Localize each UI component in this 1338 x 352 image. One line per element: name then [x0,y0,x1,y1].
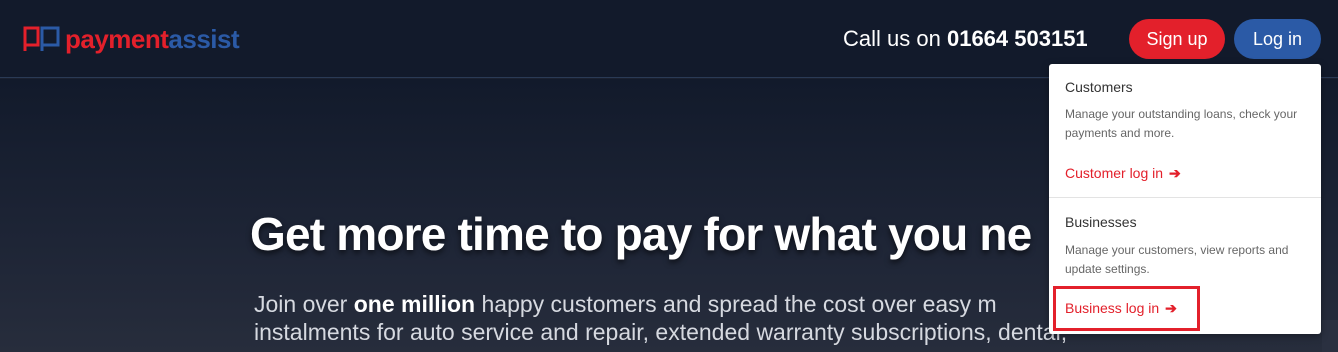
customer-login-link[interactable]: Customer log in ➔ [1065,164,1181,182]
hero-subtext-line2: instalments for auto service and repair,… [254,319,1068,345]
payment-assist-logo[interactable]: paymentassist [22,24,240,54]
call-prefix: Call us on [843,26,941,51]
businesses-description: Manage your customers, view reports and … [1065,243,1289,276]
sub-line1-post: happy customers and spread the cost over… [481,291,997,317]
arrow-right-icon: ➔ [1169,165,1181,181]
call-us-text: Call us on 01664 503151 [843,24,1088,54]
page-edge-strip [1322,320,1338,352]
logo-wordmark: paymentassist [65,24,240,54]
sub-line1-bold: one million [353,291,476,317]
phone-number[interactable]: 01664 503151 [947,26,1088,51]
sign-up-button[interactable]: Sign up [1129,19,1225,59]
sub-line1-pre: Join over [254,291,348,317]
hero-headline: Get more time to pay for what you ne [250,208,1032,260]
log-in-button[interactable]: Log in [1234,19,1321,59]
businesses-title: Businesses [1065,214,1137,230]
customer-login-label: Customer log in [1065,165,1164,181]
logo-text-assist: assist [168,24,240,54]
logo-text-payment: payment [65,24,169,54]
hero-subtext-line1: Join over one million happy customers an… [254,290,1154,318]
logo-mark-icon [23,26,60,51]
customers-description: Manage your outstanding loans, check you… [1065,107,1298,140]
dropdown-customers-section: Customers Manage your outstanding loans,… [1049,64,1321,198]
customers-title: Customers [1065,79,1133,95]
hero-subtext: Join over one million happy customers an… [254,290,1154,346]
business-login-highlight-box [1053,286,1200,331]
